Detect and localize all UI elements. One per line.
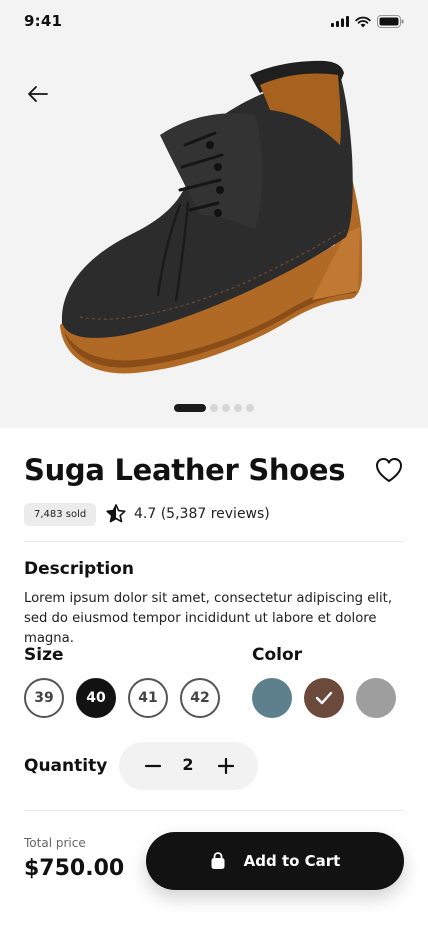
sold-badge: 7,483 sold xyxy=(24,503,97,526)
pager-dot[interactable] xyxy=(234,404,242,412)
back-arrow-icon xyxy=(28,86,48,102)
battery-icon xyxy=(377,15,404,28)
divider xyxy=(24,541,404,542)
heart-icon xyxy=(376,458,402,482)
status-bar: 9:41 xyxy=(0,0,428,44)
quantity-value: 2 xyxy=(182,755,194,774)
total-price-label: Total price xyxy=(24,836,86,850)
size-heading: Size xyxy=(24,645,64,665)
rating: 4.7 (5,387 reviews) xyxy=(106,504,270,523)
quantity-label: Quantity xyxy=(24,756,108,776)
color-option-brown[interactable] xyxy=(304,678,344,718)
product-photo xyxy=(60,60,362,374)
description-heading: Description xyxy=(24,559,134,579)
star-half-icon xyxy=(106,504,126,523)
size-option-42[interactable]: 42 xyxy=(180,678,220,718)
pager-dot[interactable] xyxy=(222,404,230,412)
product-title: Suga Leather Shoes xyxy=(24,453,346,487)
color-option-blue[interactable] xyxy=(252,678,292,718)
bag-icon xyxy=(211,852,225,869)
color-option-grey[interactable] xyxy=(356,678,396,718)
pager-dot[interactable] xyxy=(246,404,254,412)
pager-dot[interactable] xyxy=(174,404,206,412)
quantity-decrease-button[interactable] xyxy=(141,754,165,778)
color-heading: Color xyxy=(252,645,303,665)
add-to-cart-button[interactable]: Add to Cart xyxy=(146,832,404,890)
minus-icon xyxy=(144,764,162,768)
size-option-41[interactable]: 41 xyxy=(128,678,168,718)
description-text: Lorem ipsum dolor sit amet, consectetur … xyxy=(24,591,393,646)
status-icons xyxy=(331,15,404,28)
wifi-icon xyxy=(355,16,371,27)
product-image-area: 9:41 xyxy=(0,0,428,428)
favorite-button[interactable] xyxy=(374,456,406,486)
size-option-40[interactable]: 40 xyxy=(76,678,116,718)
size-option-39[interactable]: 39 xyxy=(24,678,64,718)
check-icon xyxy=(315,691,333,705)
signal-icon xyxy=(331,16,349,27)
color-options xyxy=(252,678,396,718)
quantity-increase-button[interactable] xyxy=(214,754,238,778)
image-pager xyxy=(174,404,254,412)
pager-dot[interactable] xyxy=(210,404,218,412)
rating-text: 4.7 (5,387 reviews) xyxy=(134,505,270,522)
quantity-stepper: 2 xyxy=(119,742,258,790)
size-options: 39 40 41 42 xyxy=(24,678,220,718)
add-to-cart-label: Add to Cart xyxy=(243,852,341,870)
divider xyxy=(24,810,404,811)
total-price: $750.00 xyxy=(24,856,125,881)
status-time: 9:41 xyxy=(24,12,63,30)
plus-icon xyxy=(217,757,235,775)
